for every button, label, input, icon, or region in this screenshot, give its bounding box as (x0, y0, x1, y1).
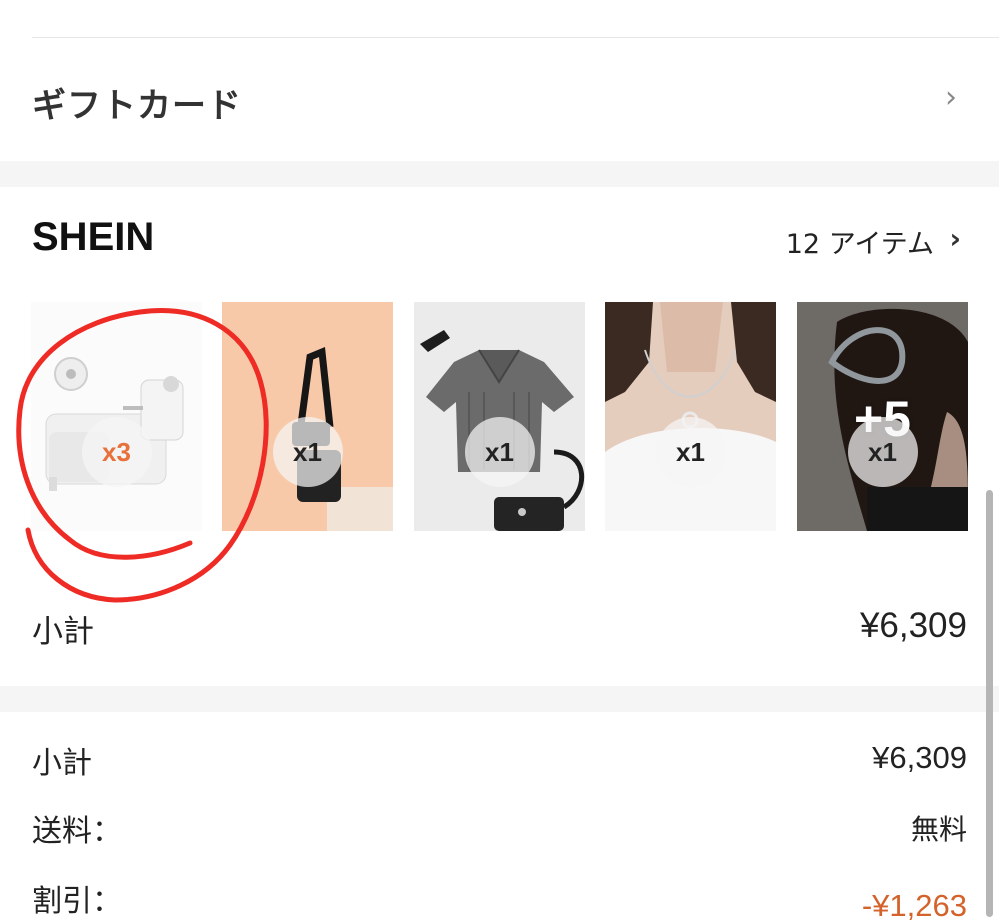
quantity-badge: x3 (81, 417, 152, 487)
item-count-link[interactable]: 12 アイテム (786, 222, 934, 261)
product-thumbnail-bag[interactable]: x1 (222, 302, 393, 531)
chevron-right-icon: › (945, 80, 957, 115)
summary-subtotal-value: ¥6,309 (872, 740, 967, 775)
quantity-badge: x1 (847, 417, 918, 487)
scrollbar[interactable] (986, 490, 993, 917)
quantity-badge: x1 (655, 417, 726, 487)
discount-value: -¥1,263 (861, 888, 967, 923)
gift-card-label: ギフトカード (32, 86, 242, 126)
section-separator (0, 161, 999, 187)
gift-card-row[interactable]: ギフトカード › (0, 38, 999, 161)
section-separator (0, 686, 999, 712)
product-thumbnail-hair-clip[interactable]: +5 x1 (797, 302, 968, 531)
store-subtotal-label: 小計 (32, 614, 94, 650)
discount-label: 割引： (32, 884, 122, 919)
quantity-badge: x1 (272, 417, 343, 487)
quantity-badge: x1 (464, 417, 535, 487)
store-name: SHEIN (32, 215, 155, 259)
shipping-label: 送料： (32, 814, 122, 849)
store-subtotal-value: ¥6,309 (859, 606, 967, 645)
summary-subtotal-label: 小計 (32, 746, 92, 781)
shipping-value: 無料 (910, 813, 967, 846)
product-thumbnail-top[interactable]: x1 (414, 302, 585, 531)
product-thumbnail-necklace[interactable]: x1 (605, 302, 776, 531)
chevron-right-icon[interactable]: › (949, 222, 961, 255)
product-thumbnail-piercing-kit[interactable]: x3 (31, 302, 202, 531)
